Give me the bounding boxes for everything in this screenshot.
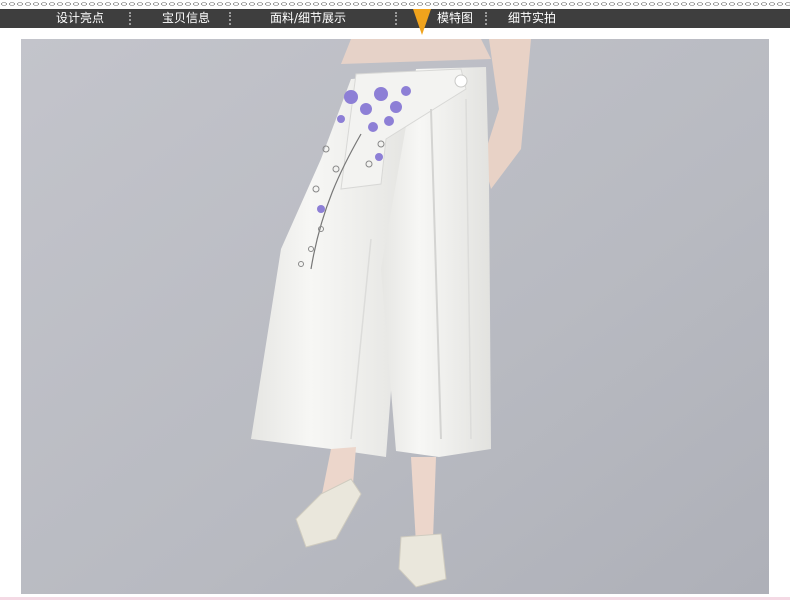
nav-item-fabric-details[interactable]: 面料/细节展示 xyxy=(270,9,346,28)
product-photo-icon xyxy=(21,39,769,594)
active-tab-marker-icon xyxy=(413,9,431,35)
decorative-chain-border xyxy=(0,0,790,8)
product-model-photo xyxy=(21,39,769,594)
nav-item-label: 模特图 xyxy=(437,11,474,25)
nav-item-label: 面料/细节展示 xyxy=(270,11,347,25)
nav-separator xyxy=(485,12,487,25)
nav-item-label: 设计亮点 xyxy=(56,11,105,25)
section-nav-bar: 设计亮点 宝贝信息 面料/细节展示 模特图 细节实拍 xyxy=(0,9,790,28)
nav-item-label: 宝贝信息 xyxy=(162,11,211,25)
nav-separator xyxy=(129,12,131,25)
nav-item-model-photos[interactable]: 模特图 xyxy=(437,9,473,28)
nav-item-design-highlights[interactable]: 设计亮点 xyxy=(56,9,104,28)
nav-separator xyxy=(395,12,397,25)
nav-item-detail-shots[interactable]: 细节实拍 xyxy=(508,9,556,28)
nav-item-label: 细节实拍 xyxy=(508,11,557,25)
nav-item-product-info[interactable]: 宝贝信息 xyxy=(162,9,210,28)
nav-separator xyxy=(229,12,231,25)
